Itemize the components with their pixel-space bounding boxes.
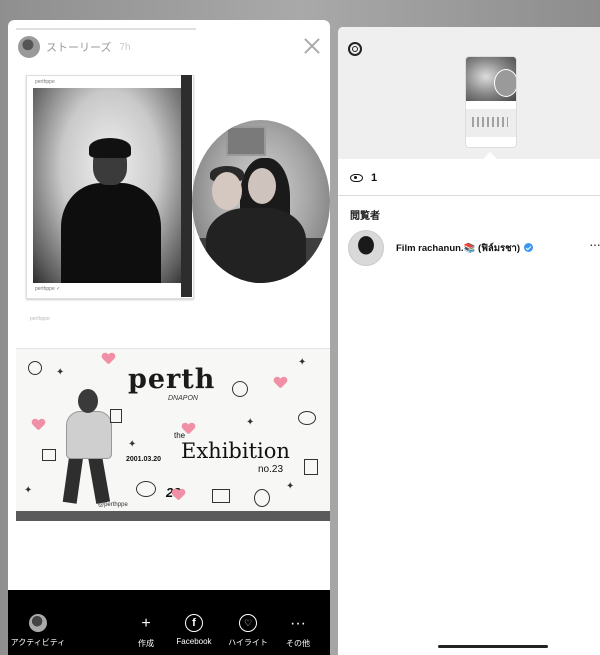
thumb-poster <box>466 109 516 137</box>
highlight-label: ハイライト <box>228 638 268 647</box>
doodle-box <box>304 459 318 475</box>
poster-tag: @perthppe <box>98 502 128 508</box>
story-progress-bar <box>16 28 196 30</box>
eye-icon <box>350 174 363 182</box>
doodle-circle <box>28 361 42 375</box>
poster-floor <box>16 511 330 521</box>
star-doodle-icon: ✦ <box>286 481 295 492</box>
divider <box>338 195 600 196</box>
viewer-name[interactable]: Film rachanun.📚 (ฟิล์มรชา) <box>396 241 534 256</box>
heart-sticker-icon <box>274 377 287 389</box>
star-doodle-icon: ✦ <box>128 439 137 450</box>
people-body <box>206 208 306 283</box>
plus-icon: + <box>141 615 151 632</box>
poster-number: no.23 <box>258 464 284 475</box>
facebook-label: Facebook <box>176 637 212 646</box>
poster-person <box>54 389 124 509</box>
head <box>78 389 98 413</box>
facebook-icon: f <box>185 614 203 632</box>
more-dots-icon: ··· <box>290 615 306 632</box>
viewers-panel: 1 閲覧者 Film rachanun.📚 (ฟิล์มรชา) ··· <box>338 27 600 655</box>
more-button[interactable]: ··· その他 <box>270 614 326 649</box>
photo-credit: perthppe <box>30 316 50 322</box>
view-count-row: 1 <box>350 172 377 184</box>
activity-avatar-icon <box>29 614 47 632</box>
create-label: 作成 <box>138 639 154 648</box>
star-doodle-icon: ✦ <box>298 357 307 368</box>
view-count: 1 <box>371 172 378 184</box>
story-time: 7h <box>119 41 131 53</box>
verified-badge-icon <box>524 243 534 253</box>
polaroid-caption: perthppe ✓ <box>35 286 61 292</box>
doodle-circle <box>298 411 316 425</box>
home-indicator[interactable] <box>438 645 548 648</box>
more-options-icon[interactable]: ··· <box>589 236 600 252</box>
story-action-bar: アクティビティ + 作成 f Facebook ♡ ハイライト ··· その他 <box>8 610 330 655</box>
story-thumbnail-strip <box>338 27 600 159</box>
story-account-name[interactable]: ストーリーズ <box>46 39 111 55</box>
viewer-row[interactable]: Film rachanun.📚 (ฟิล์มรชา) ··· <box>348 230 600 266</box>
poster-subtitle: DNAPON <box>168 395 198 402</box>
heart-sticker-icon <box>182 423 195 435</box>
portrait-image <box>33 88 187 283</box>
close-icon[interactable] <box>304 38 320 54</box>
activity-button[interactable]: アクティビティ <box>10 614 66 648</box>
heart-sticker-icon <box>102 353 115 365</box>
story-card[interactable]: ストーリーズ 7h perthppe perthppe ✓ perthppe p… <box>8 20 330 590</box>
leg <box>87 454 111 504</box>
poster-title: perth <box>128 364 216 395</box>
star-doodle-icon: ✦ <box>56 367 65 378</box>
story-viewer: ストーリーズ 7h perthppe perthppe ✓ perthppe p… <box>8 20 330 655</box>
poster-exhibition: Exhibition <box>181 439 290 463</box>
polaroid-photo: perthppe perthppe ✓ <box>26 75 194 299</box>
thumb-sticker <box>494 69 516 97</box>
gear-icon[interactable] <box>348 42 362 56</box>
story-thumbnail[interactable] <box>466 57 516 147</box>
story-avatar[interactable] <box>18 36 40 58</box>
poster-date: 2001.03.20 <box>126 456 162 463</box>
person2-face <box>248 168 276 204</box>
doodle-box <box>110 409 122 423</box>
more-label: その他 <box>286 639 310 648</box>
star-doodle-icon: ✦ <box>24 485 33 496</box>
exhibition-poster: perth DNAPON 2001.03.20 the Exhibition n… <box>16 348 330 521</box>
story-header: ストーリーズ 7h <box>18 36 131 58</box>
star-doodle-icon: ✦ <box>246 417 255 428</box>
viewer-avatar[interactable] <box>348 230 384 266</box>
highlight-heart-icon: ♡ <box>239 614 257 632</box>
torso <box>66 411 112 459</box>
viewers-header: 閲覧者 <box>350 211 380 222</box>
heart-sticker-icon <box>32 419 45 431</box>
polaroid-handle: perthppe <box>35 79 55 85</box>
couple-photo-sticker <box>192 120 330 283</box>
facebook-button[interactable]: f Facebook <box>166 614 222 646</box>
person1-face <box>212 172 242 210</box>
viewer-name-text: Film rachanun.📚 (ฟิล์มรชา) <box>396 242 521 254</box>
doodle-circle <box>254 489 270 507</box>
polaroid-shadow <box>181 75 192 297</box>
doodle-box <box>42 449 56 461</box>
leg <box>62 454 84 504</box>
wall-frame <box>226 126 266 156</box>
person-body <box>61 183 161 283</box>
highlight-button[interactable]: ♡ ハイライト <box>220 614 276 648</box>
person-hair <box>89 138 131 158</box>
heart-sticker-icon <box>172 489 185 501</box>
activity-label: アクティビティ <box>10 638 66 647</box>
doodle-circle <box>232 381 248 397</box>
doodle-circle <box>136 481 156 497</box>
doodle-box <box>212 489 230 503</box>
